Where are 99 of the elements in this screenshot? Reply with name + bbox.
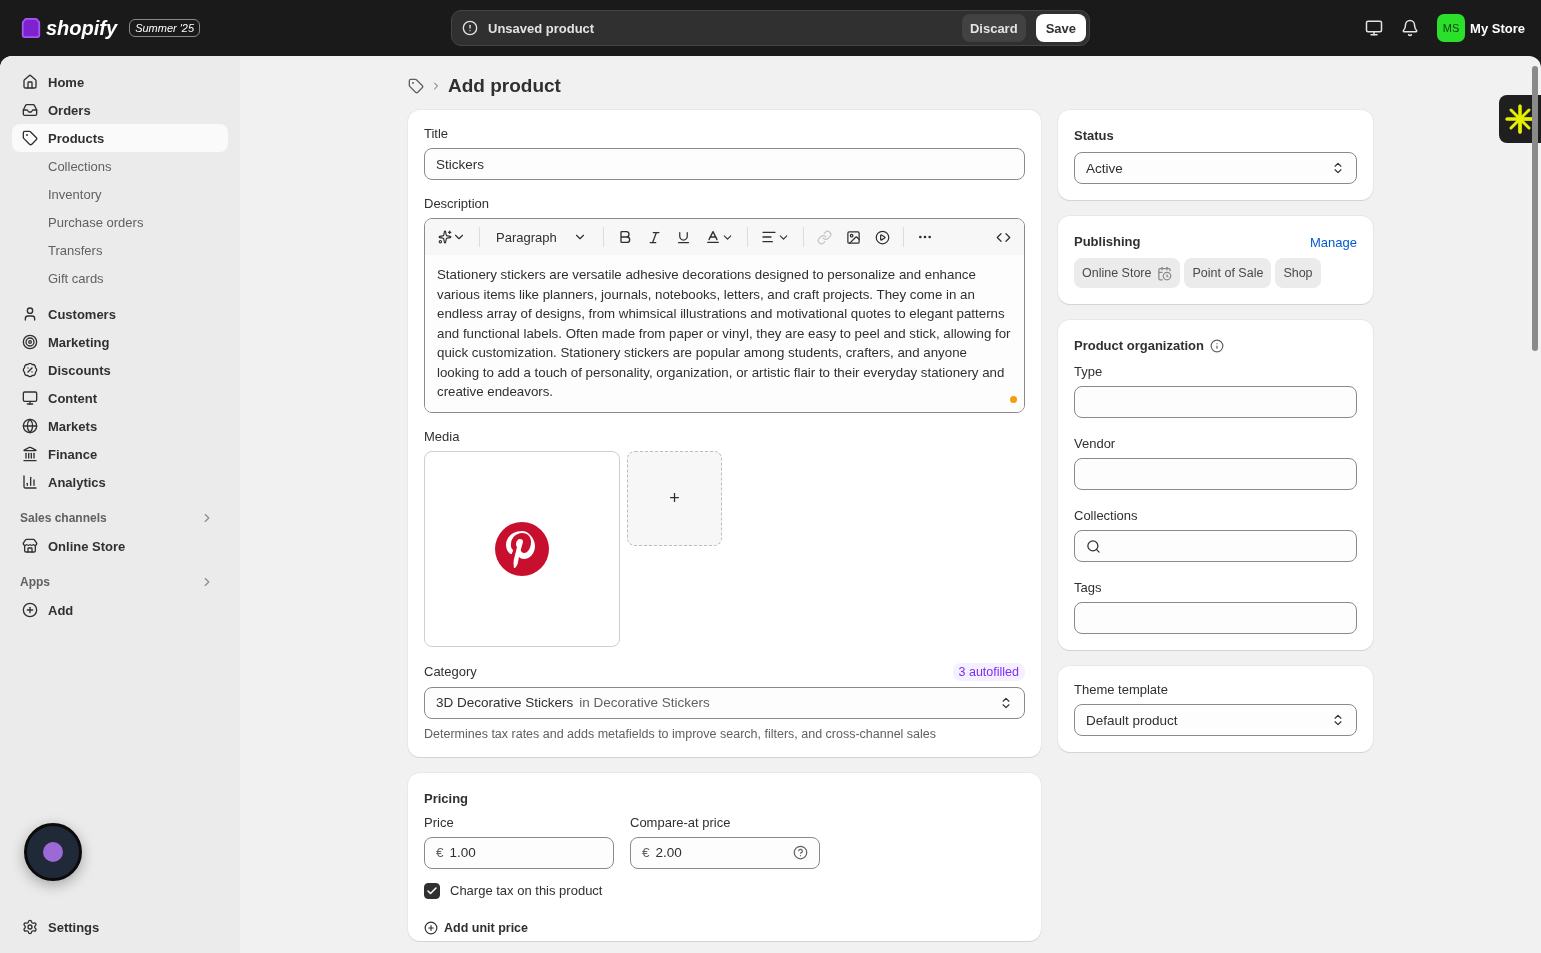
field-label: Title [424, 126, 450, 142]
field-label: Tags [1074, 580, 1103, 596]
status-dot [1010, 395, 1017, 403]
nav-item[interactable]: Discounts [12, 356, 228, 384]
field-label: Description [424, 196, 491, 212]
info-icon [1210, 339, 1224, 353]
logo[interactable]: shopify [46, 16, 118, 40]
unsaved-message: Unsaved product [488, 20, 596, 36]
field-label: Media [424, 428, 461, 445]
category-select[interactable]: 3D Decorative Stickers in Decorative Stickers [424, 686, 1025, 719]
notifications-icon [1401, 19, 1420, 37]
underline-icon [675, 229, 691, 245]
plus-circle-icon [22, 602, 38, 618]
title-field[interactable]: Stickers [424, 148, 1025, 180]
scrollbar[interactable] [1532, 66, 1538, 351]
person-icon [22, 306, 38, 322]
input-field[interactable] [1074, 458, 1357, 490]
home-icon [22, 74, 38, 90]
section-title: Apps [20, 575, 50, 589]
field-label: Price [424, 814, 455, 831]
field-label: Collections [1074, 508, 1139, 524]
nav-item[interactable]: Transfers [12, 236, 228, 264]
monitor-icon [22, 390, 38, 406]
input-field[interactable] [1074, 386, 1357, 418]
nav-item[interactable]: Finance [12, 440, 228, 468]
globe-icon [22, 418, 38, 434]
store-avatar[interactable]: MS [1437, 14, 1466, 42]
nav-item[interactable]: Collections [12, 152, 228, 180]
nav-item[interactable]: Marketing [12, 328, 228, 356]
nav-item[interactable]: Online Store [12, 532, 228, 560]
help-text: Determines tax rates and adds metafields to improve search, filters, and cross-channel sales [424, 726, 938, 741]
bank-icon [22, 446, 38, 462]
link-icon [816, 229, 832, 245]
compare-price-field[interactable]: € 2.00 [630, 836, 820, 869]
nav-item[interactable]: Markets [12, 412, 228, 440]
card-title: Product organization [1074, 337, 1204, 355]
sparkle-icon [438, 230, 452, 244]
description-editor[interactable] [424, 218, 1025, 413]
nav-item[interactable]: Orders [12, 96, 228, 124]
field-label: Theme template [1074, 682, 1169, 698]
store-name[interactable]: My Store [1470, 20, 1525, 36]
target-icon [22, 334, 38, 350]
template-select[interactable]: Default product [1074, 704, 1357, 736]
add-unit-price-button[interactable]: Add unit price [424, 920, 529, 935]
search-field[interactable] [1074, 530, 1357, 562]
image-icon [845, 229, 861, 245]
card-title: Pricing [424, 789, 470, 808]
shopping-bag-icon [20, 17, 42, 39]
align-icon [760, 229, 777, 245]
format-dropdown[interactable]: Paragraph [488, 229, 595, 245]
description-text: Stationery stickers are versatile adhesive decorations designed to personalize and enhance various items like planners, journals, notebooks, letters, and craft projects. They come in an endless array of designs, from whimsical illustrations and motivational quotes to elegant patterns and functional labels. Often made from paper or vinyl, they are easy to peel and stick, allowing for quick customization. Stationery stickers are popular among students, crafters, and anyone looking to add a touch of personality, organization, or artistic flair to their everyday stationery and creative endeavors. [437, 267, 1011, 399]
nav-item[interactable]: Purchase orders [12, 208, 228, 236]
add-media-button[interactable]: + [627, 450, 722, 546]
discount-icon [22, 362, 38, 378]
field-label: Compare-at price [630, 814, 732, 831]
section-title: Sales channels [20, 511, 107, 525]
manage-link[interactable]: Manage [1310, 234, 1357, 250]
media-tile[interactable] [424, 450, 620, 647]
save-button[interactable]: Save [1035, 14, 1086, 42]
page-title: Add product [448, 75, 561, 97]
check-icon [426, 884, 438, 897]
input-field[interactable] [1074, 602, 1357, 634]
card-title: Publishing [1074, 233, 1141, 251]
nav-item[interactable]: Customers [12, 300, 228, 328]
alert-icon [462, 20, 478, 36]
channel-chip[interactable]: Online Store [1074, 258, 1181, 288]
nav-item[interactable]: Add [12, 596, 228, 624]
italic-icon [646, 229, 662, 245]
plus-circle-icon [424, 920, 438, 935]
checkbox[interactable] [424, 882, 440, 899]
channel-chip[interactable]: Point of Sale [1184, 258, 1272, 288]
field-label: Type [1074, 364, 1104, 380]
status-select[interactable]: Active [1074, 152, 1357, 184]
nav-item[interactable]: Products [12, 124, 228, 152]
field-label: Category [424, 664, 477, 679]
pin-logo-icon [495, 521, 549, 576]
channel-chip[interactable]: Shop [1275, 258, 1321, 288]
inbox-icon [22, 102, 38, 118]
card-title: Status [1074, 127, 1115, 145]
autofilled-badge: 3 autofilled [952, 662, 1025, 681]
nav-item[interactable]: Inventory [12, 180, 228, 208]
nav-item[interactable]: Gift cards [12, 264, 228, 292]
text-color-icon [704, 229, 721, 245]
nav-item[interactable]: Content [12, 384, 228, 412]
search-icon [1086, 538, 1101, 554]
nav-item[interactable]: Analytics [12, 468, 228, 496]
discard-button[interactable]: Discard [961, 14, 1026, 42]
nav-item[interactable]: Settings [12, 913, 228, 941]
settings-icon [22, 919, 38, 935]
price-field[interactable]: € 1.00 [424, 836, 614, 869]
tag-icon [22, 130, 38, 146]
help-icon [793, 845, 808, 860]
chart-icon [22, 474, 38, 490]
nav-item[interactable]: Home [12, 68, 228, 96]
checkbox-label: Charge tax on this product [450, 883, 603, 898]
field-label: Vendor [1074, 436, 1117, 452]
video-icon [874, 229, 890, 245]
tag-icon [408, 78, 424, 94]
edition-badge: Summer '25 [129, 19, 201, 37]
